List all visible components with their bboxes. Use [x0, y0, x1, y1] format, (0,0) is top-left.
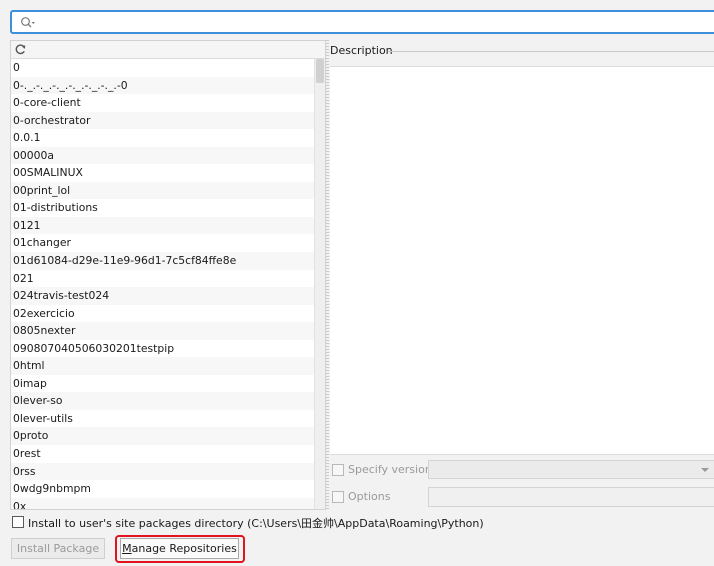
package-list-item[interactable]: 01-distributions	[11, 199, 315, 217]
package-list-item[interactable]: 0805nexter	[11, 322, 315, 340]
package-list-item[interactable]: 0rest	[11, 445, 315, 463]
options-label: Options	[348, 490, 391, 503]
package-list-item[interactable]: 0lever-utils	[11, 410, 315, 428]
package-list-item[interactable]: 02exercicio	[11, 305, 315, 323]
package-list-item[interactable]: 090807040506030201testpip	[11, 340, 315, 358]
scrollbar-thumb[interactable]	[316, 59, 324, 83]
refresh-icon[interactable]	[14, 43, 27, 56]
package-search-bar[interactable]	[10, 10, 714, 34]
description-label: Description	[330, 44, 397, 57]
package-list-item[interactable]: 0rss	[11, 462, 315, 481]
package-list-item[interactable]: 00print_lol	[11, 181, 315, 200]
package-list-item[interactable]: 0proto	[11, 427, 315, 446]
description-header: Description	[330, 44, 714, 58]
package-list-item[interactable]: 0lever-so	[11, 392, 315, 410]
manage-mnemonic: M	[122, 542, 132, 555]
options-input[interactable]	[428, 487, 714, 507]
manage-label: anage Repositories	[131, 542, 237, 555]
package-list-item[interactable]: 021	[11, 270, 315, 288]
manage-repositories-button[interactable]: Manage Repositories	[120, 538, 239, 559]
package-list-item[interactable]: 0x	[11, 497, 315, 509]
version-select[interactable]	[428, 460, 714, 479]
package-list-item[interactable]: 00000a	[11, 146, 315, 165]
package-list-item[interactable]: 024travis-test024	[11, 287, 315, 305]
package-list-item[interactable]: 01d61084-d29e-11e9-96d1-7c5cf84ffe8e	[11, 252, 315, 270]
panel-splitter[interactable]	[326, 40, 329, 510]
package-list-scrollbar[interactable]	[314, 59, 325, 509]
package-list-item[interactable]: 0121	[11, 216, 315, 235]
package-list-item[interactable]: 0	[11, 59, 315, 77]
list-toolbar	[11, 41, 325, 59]
specify-version-label: Specify version	[348, 463, 432, 476]
install-user-label: Install to user's site packages director…	[28, 517, 484, 530]
package-list-item[interactable]: 0imap	[11, 375, 315, 393]
chevron-down-icon	[701, 468, 709, 472]
package-list-item[interactable]: 0.0.1	[11, 129, 315, 147]
description-area	[330, 66, 714, 455]
description-divider	[388, 51, 714, 52]
specify-version-row: Specify version	[332, 460, 714, 480]
install-user-row: Install to user's site packages director…	[12, 515, 712, 530]
options-checkbox[interactable]	[332, 491, 344, 503]
install-user-checkbox[interactable]	[12, 516, 24, 528]
specify-version-checkbox[interactable]	[332, 464, 344, 476]
options-row: Options	[332, 487, 714, 507]
install-package-button[interactable]: Install Package	[11, 538, 105, 559]
package-list-item[interactable]: 0-orchestrator	[11, 111, 315, 130]
package-list-item[interactable]: 0-core-client	[11, 94, 315, 112]
package-list-item[interactable]: 0wdg9nbmpm	[11, 480, 315, 498]
search-input[interactable]	[36, 14, 696, 30]
package-list-item[interactable]: 00SMALINUX	[11, 164, 315, 182]
package-list-item[interactable]: 0html	[11, 357, 315, 375]
package-list[interactable]: 0 0-._.-._.-._.-._.-._.-._.-0 0-core-clien…	[11, 59, 315, 509]
package-list-item[interactable]: 01changer	[11, 234, 315, 252]
package-list-item[interactable]: 0-._.-._.-._.-._.-._.-._.-0	[11, 76, 315, 95]
search-icon[interactable]	[20, 16, 36, 30]
package-list-panel: 0 0-._.-._.-._.-._.-._.-._.-0 0-core-clien…	[10, 40, 326, 510]
